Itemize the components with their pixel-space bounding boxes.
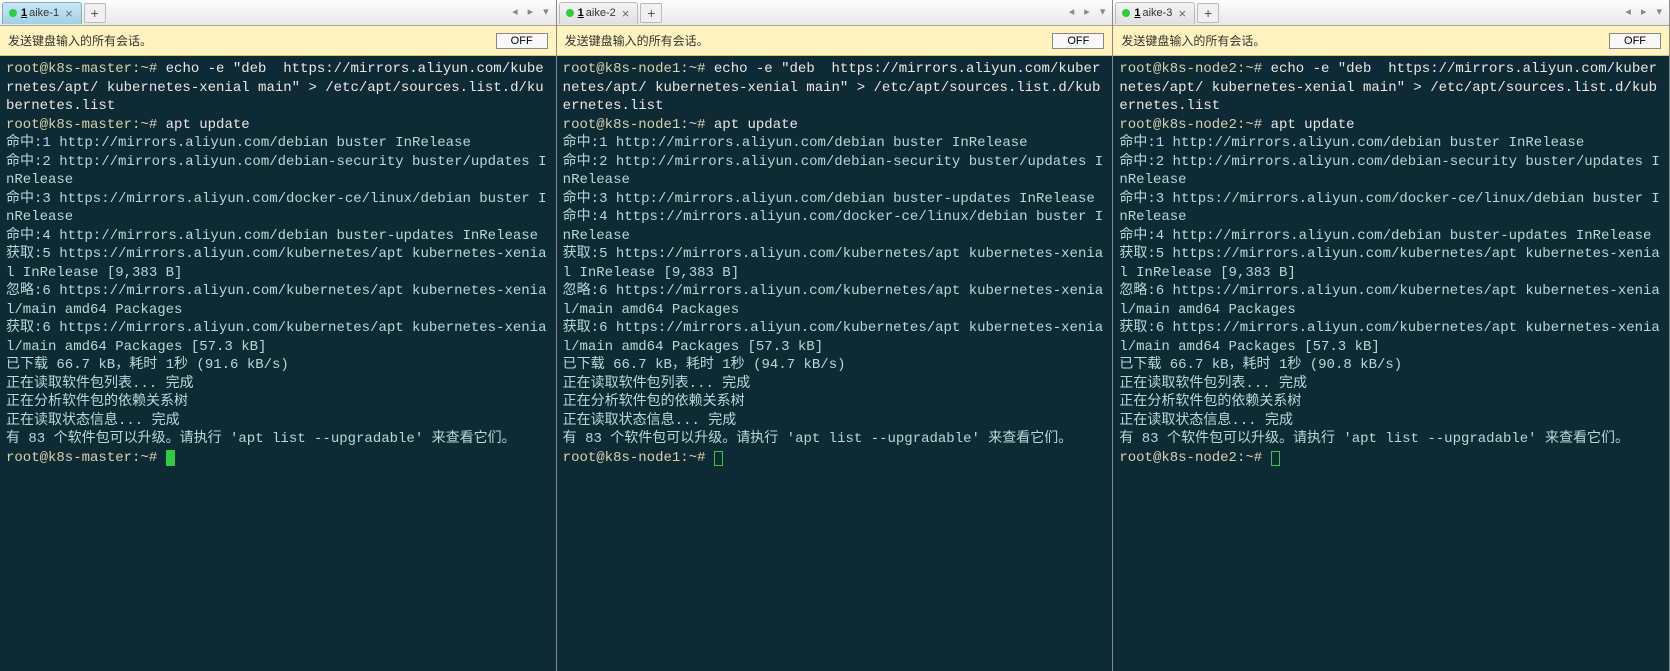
broadcast-banner: 发送键盘输入的所有会话。 OFF [0,26,556,56]
status-dot-icon [1122,9,1130,17]
tab-label: aike-2 [586,7,616,19]
tab-nav: ◂ ▸ ▾ [509,3,552,20]
broadcast-toggle-button[interactable]: OFF [1609,33,1661,49]
tab-label: aike-3 [1142,7,1172,19]
next-tab-icon[interactable]: ▸ [1638,3,1650,20]
tab-bar: 1 aike-1 × + ◂ ▸ ▾ [0,0,556,26]
broadcast-toggle-button[interactable]: OFF [496,33,548,49]
banner-text: 发送键盘输入的所有会话。 [1121,32,1265,49]
next-tab-icon[interactable]: ▸ [1081,3,1093,20]
status-dot-icon [566,9,574,17]
broadcast-banner: 发送键盘输入的所有会话。 OFF [1113,26,1669,56]
close-icon[interactable]: × [622,7,630,20]
broadcast-banner: 发送键盘输入的所有会话。 OFF [557,26,1113,56]
prev-tab-icon[interactable]: ◂ [509,3,521,20]
tab-number: 1 [1134,7,1140,19]
tab-dropdown-icon[interactable]: ▾ [1097,3,1109,20]
banner-text: 发送键盘输入的所有会话。 [8,32,152,49]
tab-bar: 1 aike-2 × + ◂ ▸ ▾ [557,0,1113,26]
add-tab-button[interactable]: + [640,3,662,23]
add-tab-button[interactable]: + [84,3,106,23]
prev-tab-icon[interactable]: ◂ [1622,3,1634,20]
add-tab-button[interactable]: + [1197,3,1219,23]
tab-aike-3[interactable]: 1 aike-3 × [1115,2,1195,24]
tab-aike-1[interactable]: 1 aike-1 × [2,2,82,24]
tab-number: 1 [578,7,584,19]
tab-aike-2[interactable]: 1 aike-2 × [559,2,639,24]
next-tab-icon[interactable]: ▸ [525,3,537,20]
tab-nav: ◂ ▸ ▾ [1622,3,1665,20]
terminal-output[interactable]: root@k8s-node1:~# echo -e "deb https://m… [557,56,1113,671]
terminal-output[interactable]: root@k8s-master:~# echo -e "deb https://… [0,56,556,671]
broadcast-toggle-button[interactable]: OFF [1052,33,1104,49]
tab-bar: 1 aike-3 × + ◂ ▸ ▾ [1113,0,1669,26]
tab-label: aike-1 [29,7,59,19]
prev-tab-icon[interactable]: ◂ [1066,3,1078,20]
pane-1: 1 aike-1 × + ◂ ▸ ▾ 发送键盘输入的所有会话。 OFF root… [0,0,557,671]
close-icon[interactable]: × [1178,7,1186,20]
tab-dropdown-icon[interactable]: ▾ [1653,3,1665,20]
banner-text: 发送键盘输入的所有会话。 [565,32,709,49]
status-dot-icon [9,9,17,17]
terminal-output[interactable]: root@k8s-node2:~# echo -e "deb https://m… [1113,56,1669,671]
tab-nav: ◂ ▸ ▾ [1066,3,1109,20]
pane-2: 1 aike-2 × + ◂ ▸ ▾ 发送键盘输入的所有会话。 OFF root… [557,0,1114,671]
close-icon[interactable]: × [65,7,73,20]
tab-number: 1 [21,7,27,19]
pane-3: 1 aike-3 × + ◂ ▸ ▾ 发送键盘输入的所有会话。 OFF root… [1113,0,1670,671]
tab-dropdown-icon[interactable]: ▾ [540,3,552,20]
